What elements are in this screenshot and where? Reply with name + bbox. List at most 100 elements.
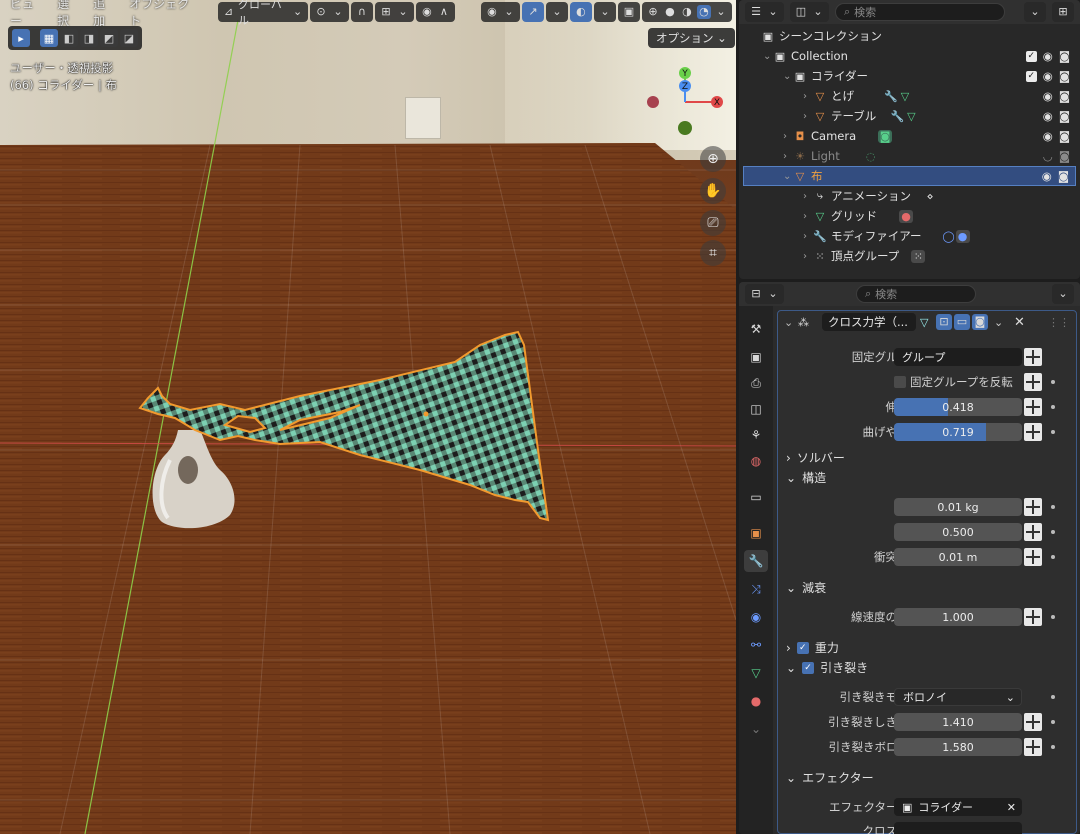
mass-field[interactable]: 0.01 kg: [894, 498, 1022, 516]
proportional-edit-toggle[interactable]: ◉ ∧: [415, 2, 455, 22]
chevron-right-icon[interactable]: ›: [803, 211, 813, 222]
outliner-row-modifiers[interactable]: › 🔧 モディファイアー ◯ ●: [739, 226, 1080, 246]
keyframe-icon[interactable]: [1024, 373, 1042, 391]
select-intersect-icon[interactable]: ◪: [120, 29, 138, 47]
outliner-search-input[interactable]: ⌕ 検索: [835, 3, 1005, 21]
display-mode-dropdown[interactable]: ◫ ⌄: [790, 2, 829, 22]
eye-icon[interactable]: ◉: [1043, 109, 1053, 123]
keyframe-icon[interactable]: [1024, 523, 1042, 541]
material-tab-icon[interactable]: ●: [744, 690, 768, 712]
structure-section[interactable]: ⌄ 構造: [786, 469, 826, 486]
keyframe-icon[interactable]: [1024, 608, 1042, 626]
wrench-icon[interactable]: 🔧: [884, 90, 898, 103]
chevron-down-icon[interactable]: ⌄: [763, 51, 773, 62]
pivot-dropdown[interactable]: ⊙ ⌄: [309, 2, 349, 22]
rendered-shading-icon[interactable]: ◔: [696, 5, 711, 19]
camera-icon[interactable]: ◙: [1059, 149, 1070, 163]
material-icon[interactable]: ●: [899, 209, 913, 223]
action-icon[interactable]: ⋄: [923, 190, 937, 203]
outliner-row-table[interactable]: › ▽ テーブル 🔧 ▽ ◉ ◙: [739, 106, 1080, 126]
modifier-name-field[interactable]: クロス力学（...: [822, 313, 916, 331]
output-tab-icon[interactable]: ⎙: [744, 372, 768, 394]
gizmo-dropdown[interactable]: ⌄: [545, 2, 568, 22]
cloth-modifier-icon[interactable]: ◯: [942, 230, 956, 243]
chevron-right-icon[interactable]: ›: [783, 151, 793, 162]
gravity-checkbox[interactable]: ✓: [796, 641, 809, 654]
camera-icon[interactable]: ◙: [1059, 89, 1070, 103]
particles-tab-icon[interactable]: ⤨: [744, 578, 768, 600]
keyframe-icon[interactable]: [1024, 423, 1042, 441]
chevron-right-icon[interactable]: ›: [803, 191, 813, 202]
tool-tab-icon[interactable]: ⚒: [744, 318, 768, 340]
animate-dot-icon[interactable]: [1051, 430, 1055, 434]
select-subtract-icon[interactable]: ◨: [80, 29, 98, 47]
tear-voronoi-field[interactable]: 1.580: [894, 738, 1022, 756]
gizmo-toggle[interactable]: ↗: [521, 2, 544, 22]
wireframe-shading-icon[interactable]: ⊕: [646, 5, 660, 19]
mesh-data-icon[interactable]: ▽: [898, 90, 912, 103]
overlays-dropdown[interactable]: ⌄: [593, 2, 616, 22]
keyframe-icon[interactable]: [1024, 738, 1042, 756]
new-collection-button[interactable]: ⊞: [1052, 2, 1074, 22]
drag-handle-icon[interactable]: ⋮⋮: [1048, 316, 1070, 329]
mesh-data-icon[interactable]: ▽: [904, 110, 918, 123]
camera-icon[interactable]: ◙: [1059, 109, 1070, 123]
outliner-row-collection[interactable]: ⌄ ▣ Collection ✓ ◉ ◙: [739, 46, 1080, 66]
data-tab-icon[interactable]: ▽: [744, 662, 768, 684]
select-extend-icon[interactable]: ◧: [60, 29, 78, 47]
chevron-down-icon[interactable]: ⌄: [714, 5, 728, 19]
outliner-row-cloth[interactable]: ⌄ ▽ 布 ◉ ◙: [743, 166, 1076, 186]
tear-mode-dropdown[interactable]: ボロノイ ⌄: [894, 688, 1022, 706]
checkbox-off[interactable]: [894, 376, 906, 388]
object-tab-icon[interactable]: ▣: [744, 522, 768, 544]
animate-dot-icon[interactable]: [1051, 695, 1055, 699]
outliner-row-toge[interactable]: › ▽ とげ 🔧 ▽ ◉ ◙: [739, 86, 1080, 106]
select-invert-icon[interactable]: ◩: [100, 29, 118, 47]
gizmo-neg-x[interactable]: [647, 96, 659, 108]
render-tab-icon[interactable]: ▣: [744, 346, 768, 368]
snap-target-dropdown[interactable]: ⊞ ⌄: [374, 2, 414, 22]
keyframe-icon[interactable]: [1024, 713, 1042, 731]
chevron-right-icon[interactable]: ›: [803, 91, 813, 102]
edit-mode-icon[interactable]: ▽: [920, 316, 928, 329]
world-tab-icon[interactable]: ◍: [744, 450, 768, 472]
close-icon[interactable]: ✕: [1014, 315, 1025, 330]
eye-icon[interactable]: ◉: [1042, 169, 1052, 183]
effector-collection-field[interactable]: ▣ コライダー ✕: [894, 798, 1022, 816]
pin-group-field[interactable]: グループ: [894, 348, 1022, 366]
on-cage-icon[interactable]: ⊡: [936, 314, 952, 330]
modifier-tab-icon[interactable]: 🔧: [744, 550, 768, 572]
ortho-grid-icon[interactable]: ⌗: [700, 240, 726, 266]
shading-modes[interactable]: ⊕ ● ◑ ◔ ⌄: [641, 2, 732, 22]
chevron-right-icon[interactable]: ›: [783, 131, 793, 142]
tearing-checkbox[interactable]: ✓: [802, 661, 815, 674]
gizmo-neg-y[interactable]: [678, 121, 692, 135]
radius-field[interactable]: 0.01 m: [894, 548, 1022, 566]
invert-pin-checkbox[interactable]: 固定グループを反転: [894, 374, 1013, 390]
friction-field[interactable]: 0.500: [894, 523, 1022, 541]
options-dropdown[interactable]: ⌄: [1052, 284, 1074, 304]
keyframe-icon[interactable]: [1024, 398, 1042, 416]
scene-collection-row[interactable]: ▣ シーンコレクション: [739, 26, 1080, 46]
animate-dot-icon[interactable]: [1051, 505, 1055, 509]
eye-closed-icon[interactable]: ◡: [1043, 149, 1053, 163]
camera-icon[interactable]: ◙: [1059, 69, 1070, 83]
select-new-icon[interactable]: ▦: [40, 29, 58, 47]
transform-orientation-dropdown[interactable]: ⊿ グローバル ⌄: [218, 0, 308, 27]
outliner-row-grid[interactable]: › ▽ グリッド ●: [739, 206, 1080, 226]
outliner-row-vertex-groups[interactable]: › ⁙ 頂点グループ ⁙: [739, 246, 1080, 266]
linear-damping-field[interactable]: 1.000: [894, 608, 1022, 626]
eye-icon[interactable]: ◉: [1043, 129, 1053, 143]
cloth-tag-field[interactable]: [894, 822, 1022, 834]
eye-icon[interactable]: ◉: [1043, 49, 1053, 63]
light-data-icon[interactable]: ◌: [864, 150, 878, 163]
animate-dot-icon[interactable]: [1051, 380, 1055, 384]
view-layer-tab-icon[interactable]: ◫: [744, 398, 768, 420]
constraints-tab-icon[interactable]: ⚯: [744, 634, 768, 656]
outliner-row-camera[interactable]: › ◘ Camera ◙ ◉ ◙: [739, 126, 1080, 146]
camera-view-icon[interactable]: ⎚: [700, 210, 726, 236]
chevron-right-icon[interactable]: ›: [803, 231, 813, 242]
zoom-icon[interactable]: ⊕: [700, 146, 726, 172]
tearing-section[interactable]: ⌄ ✓ 引き裂き: [786, 659, 868, 676]
solver-section[interactable]: › ソルバー: [786, 449, 845, 466]
